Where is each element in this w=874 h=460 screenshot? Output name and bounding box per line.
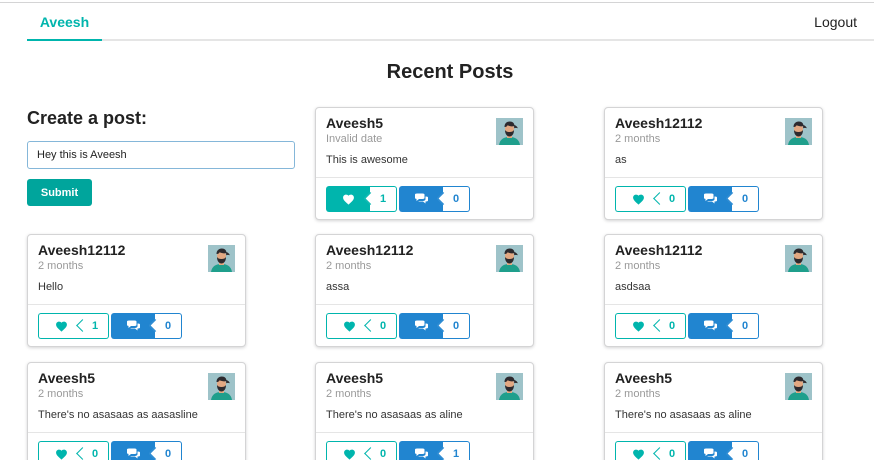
post-author: Aveesh5 — [615, 370, 673, 386]
create-post-title: Create a post: — [27, 108, 148, 128]
comments-icon — [399, 441, 444, 460]
like-button[interactable]: 1 — [326, 186, 397, 212]
post-author: Aveesh12112 — [615, 242, 703, 258]
comment-button[interactable]: 0 — [111, 313, 182, 339]
post-card: Aveesh12112 2 months asdsaa 0 0 — [604, 234, 823, 347]
post-text: There's no asasaas as aline — [326, 409, 463, 421]
post-text: as — [615, 154, 627, 166]
comments-icon — [111, 441, 156, 460]
post-card: Aveesh5 2 months There's no asasaas as a… — [27, 362, 246, 460]
card-divider — [316, 304, 533, 305]
comments-icon — [688, 441, 733, 460]
avatar — [208, 245, 235, 272]
heart-icon — [326, 441, 371, 460]
post-author: Aveesh12112 — [615, 115, 703, 131]
heart-icon — [38, 441, 83, 460]
post-date: Invalid date — [326, 133, 383, 145]
post-date: 2 months — [38, 388, 84, 400]
like-button[interactable]: 1 — [38, 313, 109, 339]
card-divider — [605, 177, 822, 178]
post-card: Aveesh5 Invalid date This is awesome 1 0 — [315, 107, 534, 220]
post-text: assa — [326, 281, 350, 293]
avatar — [785, 118, 812, 145]
post-card: Aveesh12112 2 months Hello 1 0 — [27, 234, 246, 347]
logout-link[interactable]: Logout — [814, 3, 857, 41]
post-date: 2 months — [615, 260, 661, 272]
post-text: This is awesome — [326, 154, 408, 166]
avatar — [785, 245, 812, 272]
post-date: 2 months — [38, 260, 84, 272]
post-input[interactable] — [27, 141, 295, 169]
page-title: Recent Posts — [386, 61, 514, 83]
card-divider — [316, 177, 533, 178]
like-button[interactable]: 0 — [38, 441, 109, 460]
post-author: Aveesh12112 — [38, 242, 126, 258]
card-divider — [28, 304, 245, 305]
avatar — [496, 245, 523, 272]
post-author: Aveesh5 — [326, 115, 384, 131]
post-author: Aveesh5 — [326, 370, 384, 386]
post-date: 2 months — [326, 260, 372, 272]
comment-button[interactable]: 0 — [399, 186, 470, 212]
post-card: Aveesh12112 2 months as 0 0 — [604, 107, 823, 220]
card-divider — [605, 304, 822, 305]
avatar — [208, 373, 235, 400]
nav-brand-tab[interactable]: Aveesh — [27, 3, 102, 41]
like-button[interactable]: 0 — [326, 313, 397, 339]
post-text: asdsaa — [615, 281, 651, 293]
like-button[interactable]: 0 — [615, 186, 686, 212]
post-author: Aveesh5 — [38, 370, 96, 386]
card-divider — [605, 432, 822, 433]
post-text: There's no asasaas as aasasline — [38, 409, 198, 421]
top-menu: Aveesh Logout — [27, 3, 874, 41]
avatar — [496, 373, 523, 400]
post-card: Aveesh5 2 months There's no asasaas as a… — [604, 362, 823, 460]
post-text: Hello — [38, 281, 64, 293]
post-author: Aveesh12112 — [326, 242, 414, 258]
comment-button[interactable]: 0 — [688, 313, 759, 339]
card-divider — [316, 432, 533, 433]
like-button[interactable]: 0 — [326, 441, 397, 460]
submit-button[interactable]: Submit — [27, 179, 92, 206]
avatar — [785, 373, 812, 400]
post-date: 2 months — [615, 388, 661, 400]
avatar — [496, 118, 523, 145]
heart-icon — [615, 441, 660, 460]
comment-button[interactable]: 0 — [688, 186, 759, 212]
post-date: 2 months — [326, 388, 372, 400]
comment-button[interactable]: 1 — [399, 441, 470, 460]
post-text: There's no asasaas as aline — [615, 409, 752, 421]
comment-button[interactable]: 0 — [688, 441, 759, 460]
comment-button[interactable]: 0 — [111, 441, 182, 460]
post-card: Aveesh12112 2 months assa 0 0 — [315, 234, 534, 347]
post-date: 2 months — [615, 133, 661, 145]
like-button[interactable]: 0 — [615, 441, 686, 460]
like-button[interactable]: 0 — [615, 313, 686, 339]
card-divider — [28, 432, 245, 433]
post-card: Aveesh5 2 months There's no asasaas as a… — [315, 362, 534, 460]
comment-button[interactable]: 0 — [399, 313, 470, 339]
